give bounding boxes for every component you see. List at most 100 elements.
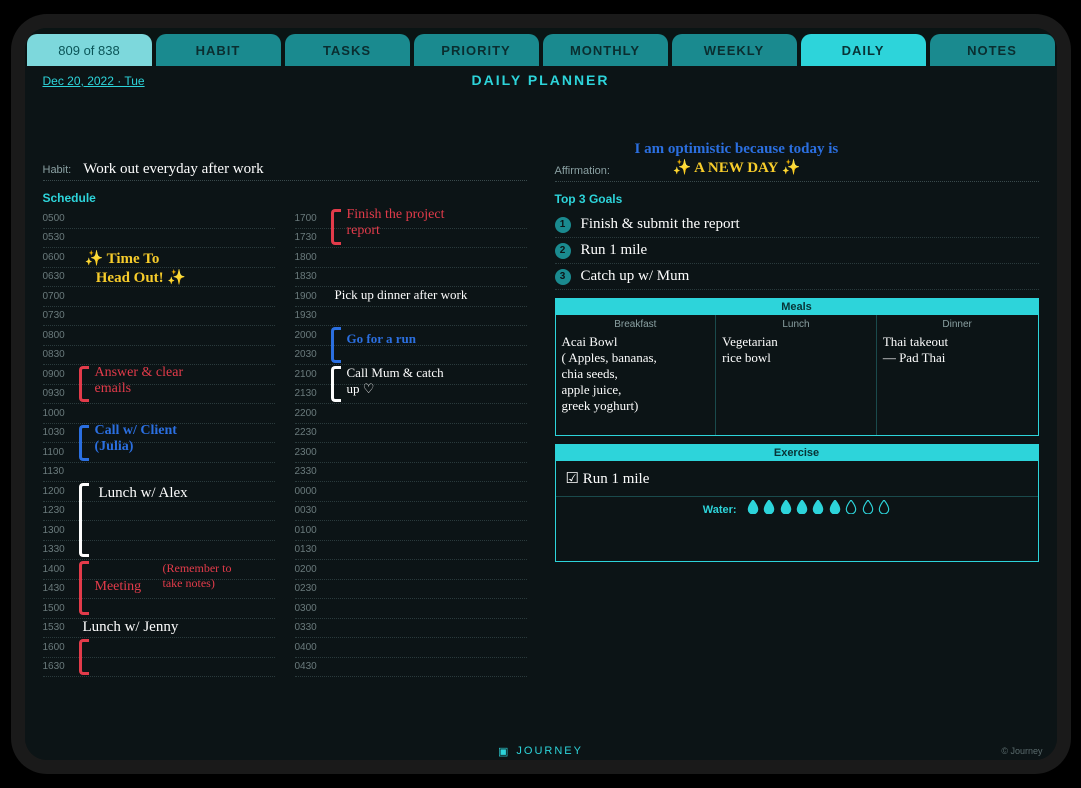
schedule-row[interactable]: 1030 [43,424,275,444]
affirmation-field[interactable]: Affirmation: I am optimistic because tod… [555,155,1039,182]
schedule-time: 1330 [43,544,77,555]
schedule-row[interactable]: 2200 [295,404,527,424]
habit-field[interactable]: Habit: Work out everyday after work [43,155,527,181]
schedule-row[interactable]: 0130 [295,541,527,561]
schedule-time: 1930 [295,310,329,321]
schedule-row[interactable]: 0900 [43,365,275,385]
schedule-row[interactable]: 1230 [43,502,275,522]
exercise-box: Exercise ☑ Run 1 mile Water: [555,444,1039,562]
water-tracker[interactable]: Water: [556,496,1038,522]
schedule-row[interactable]: 2130 [295,385,527,405]
meal-dinner[interactable]: Dinner Thai takeout — Pad Thai [877,315,1038,435]
tab-bar: 809 of 838 HABIT TASKS PRIORITY MONTHLY … [25,28,1057,66]
schedule-row[interactable]: 1900 [295,287,527,307]
schedule-row[interactable]: 1730 [295,229,527,249]
schedule-row[interactable]: 0630 [43,268,275,288]
water-drop-empty-icon[interactable] [845,500,857,514]
schedule-row[interactable]: 0930 [43,385,275,405]
water-drop-filled-icon[interactable] [812,500,824,514]
schedule-row[interactable]: 0700 [43,287,275,307]
schedule-row[interactable]: 0530 [43,229,275,249]
schedule-row[interactable]: 2100 [295,365,527,385]
schedule-row[interactable]: 2030 [295,346,527,366]
schedule-row[interactable]: 0830 [43,346,275,366]
breakfast-value: Acai Bowl ( Apples, bananas, chia seeds,… [562,334,710,414]
water-drop-filled-icon[interactable] [747,500,759,514]
water-drop-empty-icon[interactable] [878,500,890,514]
schedule-row[interactable]: 1930 [295,307,527,327]
schedule-grid[interactable]: 05000530060006300700073008000830 0900 0930… [43,209,527,677]
schedule-row[interactable]: 1700 [295,209,527,229]
schedule-time: 0330 [295,622,329,633]
water-drop-filled-icon[interactable] [780,500,792,514]
schedule-time: 0900 [43,369,77,380]
schedule-row[interactable]: 0330 [295,619,527,639]
water-drop-empty-icon[interactable] [862,500,874,514]
meal-breakfast[interactable]: Breakfast Acai Bowl ( Apples, bananas, c… [556,315,717,435]
schedule-time: 1300 [43,525,77,536]
meal-lunch[interactable]: Lunch Vegetarian rice bowl [716,315,877,435]
goal-number: 2 [555,243,571,259]
schedule-row[interactable]: 1630 [43,658,275,678]
tab-priority[interactable]: PRIORITY [414,34,539,66]
schedule-row[interactable]: 1830 [295,268,527,288]
water-drop-filled-icon[interactable] [796,500,808,514]
schedule-row[interactable]: 0400 [295,638,527,658]
tab-daily[interactable]: DAILY [801,34,926,66]
schedule-row[interactable]: 1000 [43,404,275,424]
schedule-row[interactable]: 2300 [295,443,527,463]
schedule-row[interactable]: 0100 [295,521,527,541]
schedule-row[interactable]: 0730 [43,307,275,327]
schedule-row[interactable]: 2330 [295,463,527,483]
water-drop-filled-icon[interactable] [763,500,775,514]
schedule-row[interactable]: 1130 [43,463,275,483]
schedule-row[interactable]: 0300 [295,599,527,619]
tab-habit[interactable]: HABIT [156,34,281,66]
schedule-row[interactable]: 1800 [295,248,527,268]
schedule-row[interactable]: 0230 [295,580,527,600]
schedule-time: 1830 [295,271,329,282]
schedule-row[interactable]: 1400 [43,560,275,580]
habit-value: Work out everyday after work [83,161,263,178]
schedule-row[interactable]: 0030 [295,502,527,522]
dinner-value: Thai takeout — Pad Thai [883,334,1032,366]
goal-text: Run 1 mile [581,242,648,259]
journey-icon: ▣ [498,745,510,758]
schedule-row[interactable]: 2000 [295,326,527,346]
schedule-time: 2100 [295,369,329,380]
schedule-row[interactable]: 1600 [43,638,275,658]
schedule-row[interactable]: 1500 [43,599,275,619]
schedule-row[interactable]: 0800 [43,326,275,346]
schedule-time: 2330 [295,466,329,477]
schedule-row[interactable]: 1430 [43,580,275,600]
schedule-row[interactable]: 0430 [295,658,527,678]
schedule-row[interactable]: 1530 [43,619,275,639]
exercise-body[interactable]: ☑ Run 1 mile [556,461,1038,496]
water-drop-filled-icon[interactable] [829,500,841,514]
tab-tasks[interactable]: TASKS [285,34,410,66]
schedule-time: 2130 [295,388,329,399]
schedule-row[interactable]: 1300 [43,521,275,541]
left-column: Habit: Work out everyday after work Sche… [43,155,527,742]
schedule-row[interactable]: 0600 [43,248,275,268]
footer-brand: JOURNEY [516,745,583,757]
schedule-row[interactable]: 0000 [295,482,527,502]
tab-weekly[interactable]: WEEKLY [672,34,797,66]
goal-row[interactable]: 2 Run 1 mile [555,238,1039,264]
exercise-header: Exercise [556,445,1038,461]
tab-notes[interactable]: NOTES [930,34,1055,66]
date-link[interactable]: Dec 20, 2022 · Tue [43,74,145,88]
goal-row[interactable]: 1 Finish & submit the report [555,212,1039,238]
schedule-row[interactable]: 1200 [43,482,275,502]
tab-monthly[interactable]: MONTHLY [543,34,668,66]
schedule-time: 1230 [43,505,77,516]
schedule-row[interactable]: 1100 [43,443,275,463]
goal-row[interactable]: 3 Catch up w/ Mum [555,264,1039,290]
schedule-row[interactable]: 2230 [295,424,527,444]
water-label: Water: [703,504,737,516]
schedule-row[interactable]: 0500 [43,209,275,229]
schedule-row[interactable]: 1330 [43,541,275,561]
goal-text: Finish & submit the report [581,216,740,233]
schedule-time: 2200 [295,408,329,419]
schedule-row[interactable]: 0200 [295,560,527,580]
